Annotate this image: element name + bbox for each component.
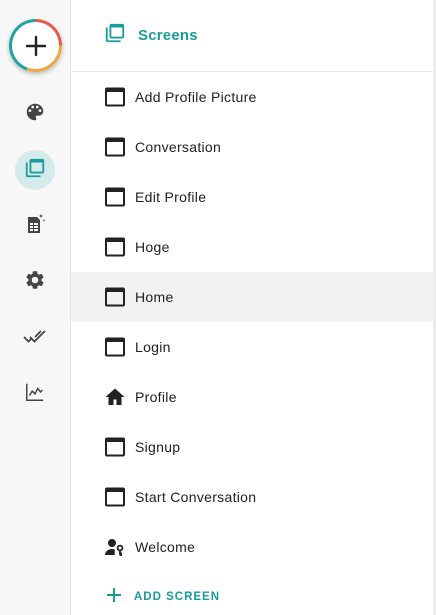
data-sheet-icon xyxy=(23,212,47,241)
user-key-icon xyxy=(105,537,125,557)
rail-theme-button[interactable] xyxy=(15,94,55,134)
window-icon xyxy=(105,137,125,157)
screen-item-label: Home xyxy=(135,289,174,305)
window-icon xyxy=(105,187,125,207)
rail-settings-button[interactable] xyxy=(15,262,55,302)
screen-item-label: Welcome xyxy=(135,539,196,555)
screen-item-label: Hoge xyxy=(135,239,170,255)
screen-item-label: Conversation xyxy=(135,139,222,155)
screen-item-edit-profile[interactable]: Edit Profile xyxy=(71,172,433,222)
screen-item-label: Edit Profile xyxy=(135,189,207,205)
rail-tests-button[interactable] xyxy=(15,318,55,358)
window-icon xyxy=(105,487,125,507)
rail-data-button[interactable] xyxy=(15,206,55,246)
screen-item-hoge[interactable]: Hoge xyxy=(71,222,433,272)
window-icon xyxy=(105,237,125,257)
screens-panel: Screens Add Profile Picture Conversation… xyxy=(71,0,433,615)
screen-item-profile[interactable]: Profile xyxy=(71,372,433,422)
window-icon xyxy=(105,337,125,357)
screen-item-start-conversation[interactable]: Start Conversation xyxy=(71,472,433,522)
add-fab-button[interactable] xyxy=(9,19,62,72)
screen-item-login[interactable]: Login xyxy=(71,322,433,372)
panel-header: Screens xyxy=(71,0,433,72)
screen-item-conversation[interactable]: Conversation xyxy=(71,122,433,172)
screens-header-icon xyxy=(104,22,126,49)
screen-item-home[interactable]: Home xyxy=(71,272,433,322)
screens-list: Add Profile Picture Conversation Edit Pr… xyxy=(71,72,433,572)
home-icon xyxy=(105,387,125,407)
screen-item-add-profile-picture[interactable]: Add Profile Picture xyxy=(71,72,433,122)
rail-screens-button[interactable] xyxy=(15,150,55,190)
window-icon xyxy=(105,437,125,457)
screen-item-label: Login xyxy=(135,339,171,355)
screens-icon xyxy=(24,157,46,184)
gear-icon xyxy=(24,269,46,296)
screen-item-label: Add Profile Picture xyxy=(135,89,257,105)
add-screen-label: ADD SCREEN xyxy=(134,591,221,603)
rail-analytics-button[interactable] xyxy=(15,374,55,414)
plus-icon xyxy=(12,22,59,69)
screen-item-label: Profile xyxy=(135,389,177,405)
plus-icon xyxy=(105,586,123,609)
add-screen-button[interactable]: ADD SCREEN xyxy=(105,583,220,611)
window-icon xyxy=(105,287,125,307)
screen-item-signup[interactable]: Signup xyxy=(71,422,433,472)
line-chart-icon xyxy=(24,381,46,408)
page-title: Screens xyxy=(138,27,198,44)
palette-icon xyxy=(24,101,46,128)
nav-rail xyxy=(0,0,71,615)
screen-item-label: Signup xyxy=(135,439,181,455)
window-icon xyxy=(105,87,125,107)
double-check-icon xyxy=(23,324,47,353)
screen-item-label: Start Conversation xyxy=(135,489,257,505)
screen-item-welcome[interactable]: Welcome xyxy=(71,522,433,572)
